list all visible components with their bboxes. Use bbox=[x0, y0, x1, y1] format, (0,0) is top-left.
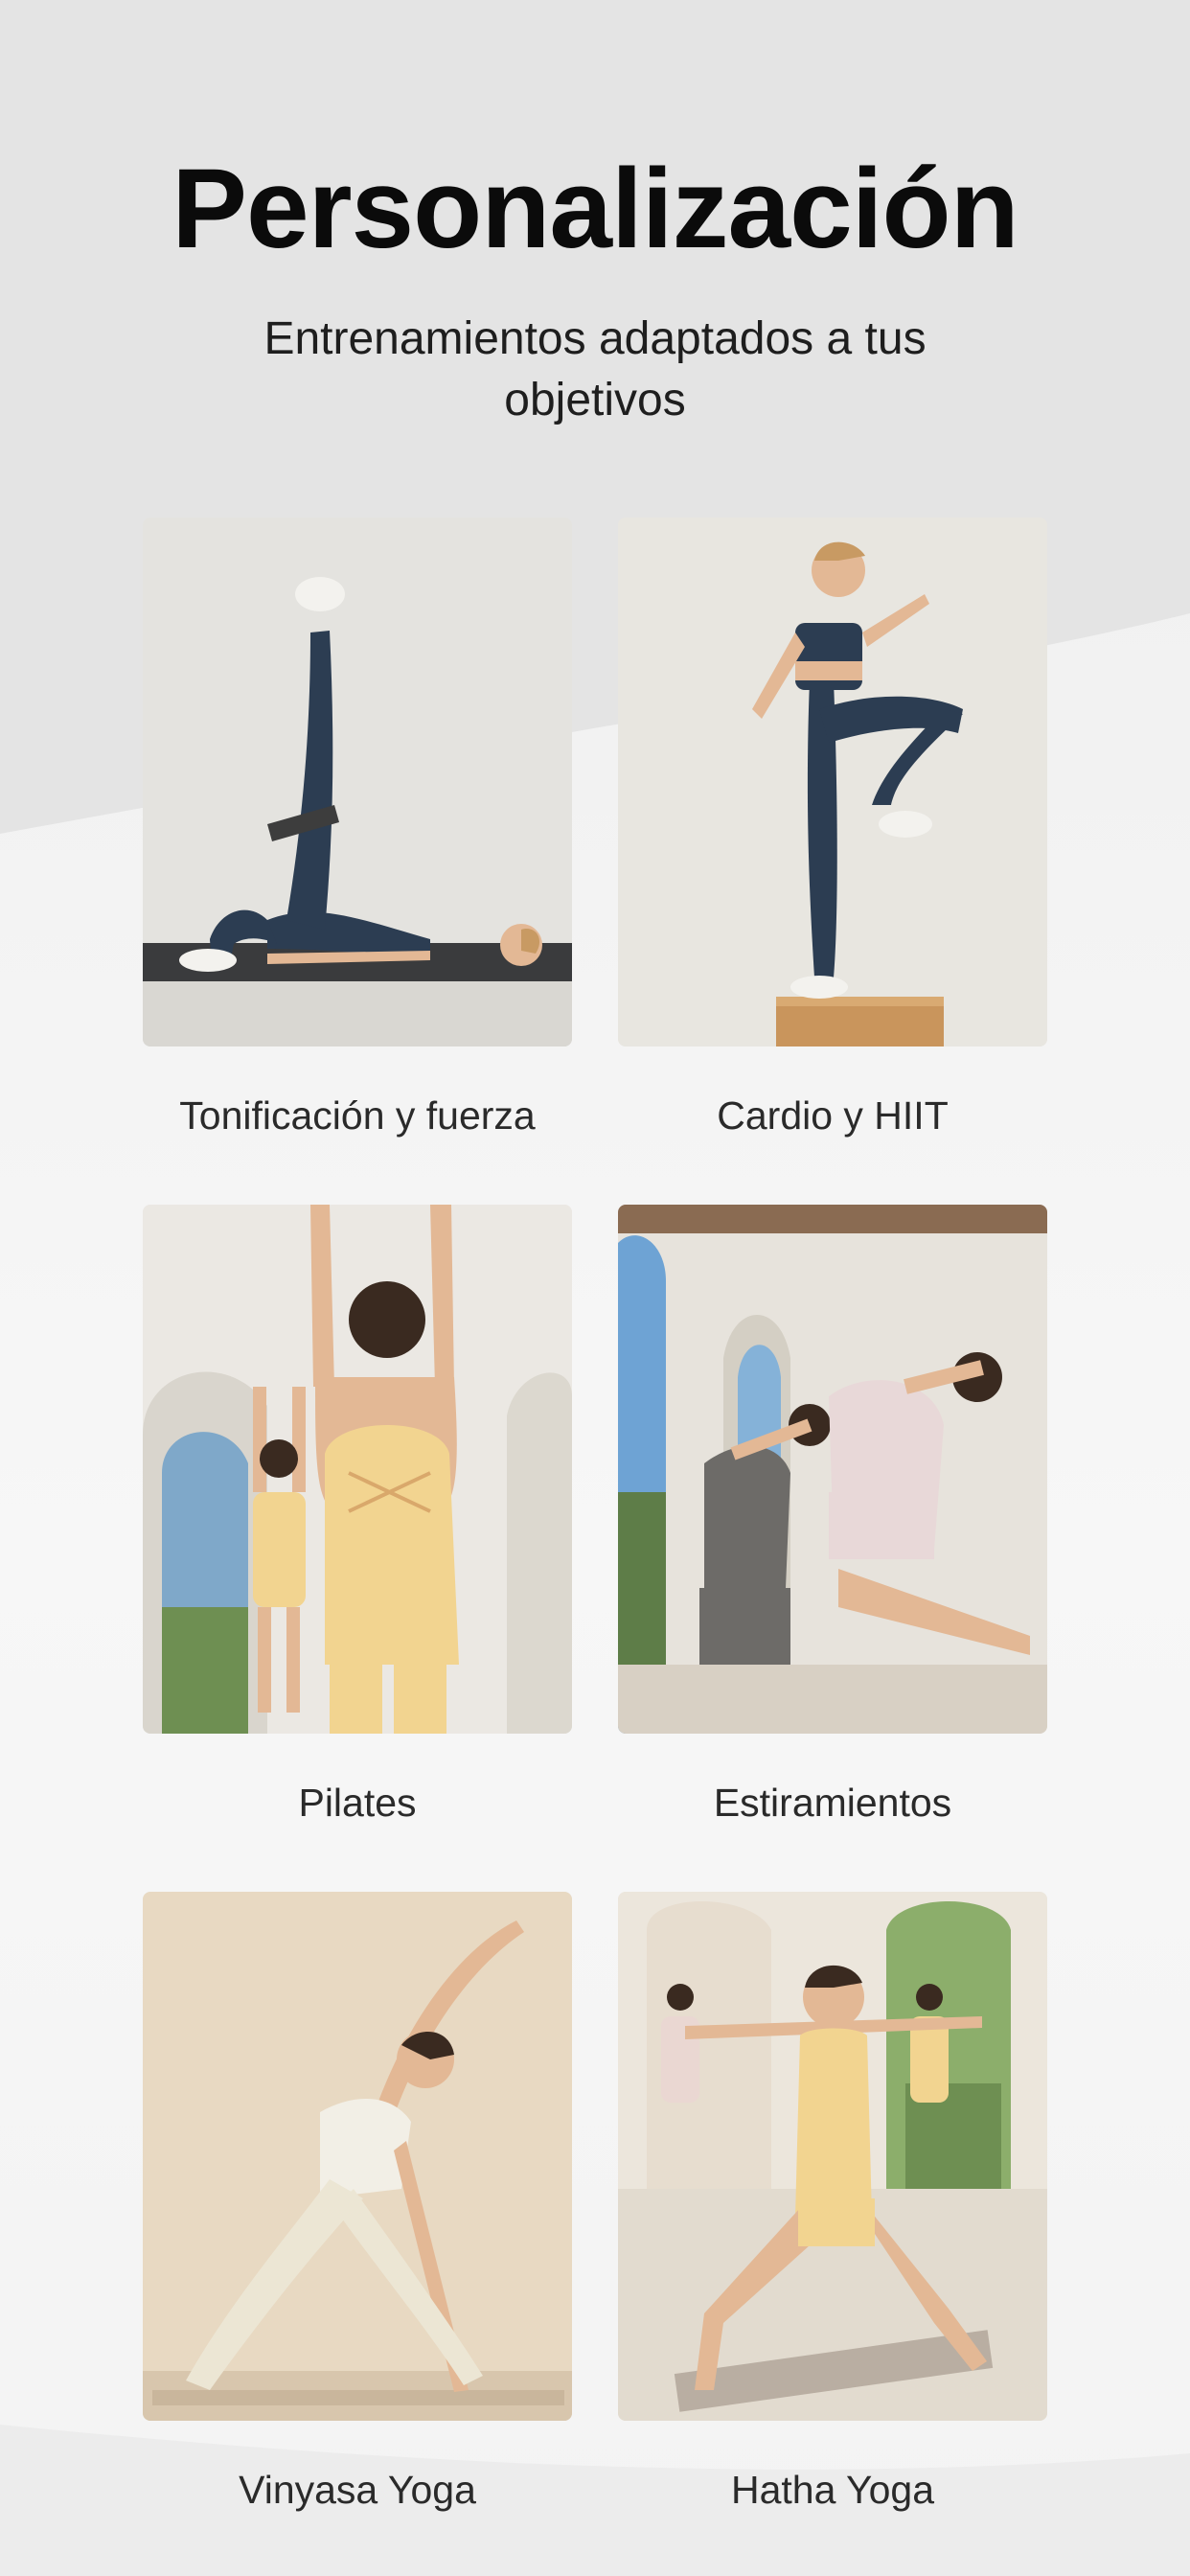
page-subtitle: Entrenamientos adaptados a tus objetivos bbox=[263, 313, 927, 426]
workout-label: Tonificación y fuerza bbox=[179, 1093, 536, 1138]
workout-types-screen: Personalización Entrenamientos adaptados… bbox=[0, 0, 1190, 2576]
workout-label: Hatha Yoga bbox=[730, 2468, 935, 2512]
arms-overhead-photo bbox=[143, 1205, 572, 1734]
workout-grid: Tonificación y fuerza Cardio y HIIT Pila… bbox=[143, 518, 1047, 2532]
workout-card-toning-strength[interactable]: Tonificación y fuerza bbox=[143, 518, 572, 1158]
workout-label: Cardio y HIIT bbox=[717, 1093, 949, 1138]
glute-bridge-photo bbox=[143, 518, 572, 1046]
step-up-photo bbox=[618, 518, 1047, 1046]
page-title: Personalización bbox=[172, 146, 1018, 272]
workout-card-stretching[interactable]: Estiramientos bbox=[618, 1205, 1047, 1845]
workout-card-hatha-yoga[interactable]: Hatha Yoga bbox=[618, 1892, 1047, 2532]
workout-label: Vinyasa Yoga bbox=[239, 2468, 476, 2512]
workout-card-vinyasa-yoga[interactable]: Vinyasa Yoga bbox=[143, 1892, 572, 2532]
warrior-pose-photo bbox=[618, 1892, 1047, 2421]
workout-label: Estiramientos bbox=[713, 1781, 952, 1825]
workout-label: Pilates bbox=[298, 1781, 417, 1825]
workout-card-pilates[interactable]: Pilates bbox=[143, 1205, 572, 1845]
side-angle-pose-photo bbox=[143, 1892, 572, 2421]
workout-card-cardio-hiit[interactable]: Cardio y HIIT bbox=[618, 518, 1047, 1158]
camel-pose-photo bbox=[618, 1205, 1047, 1734]
